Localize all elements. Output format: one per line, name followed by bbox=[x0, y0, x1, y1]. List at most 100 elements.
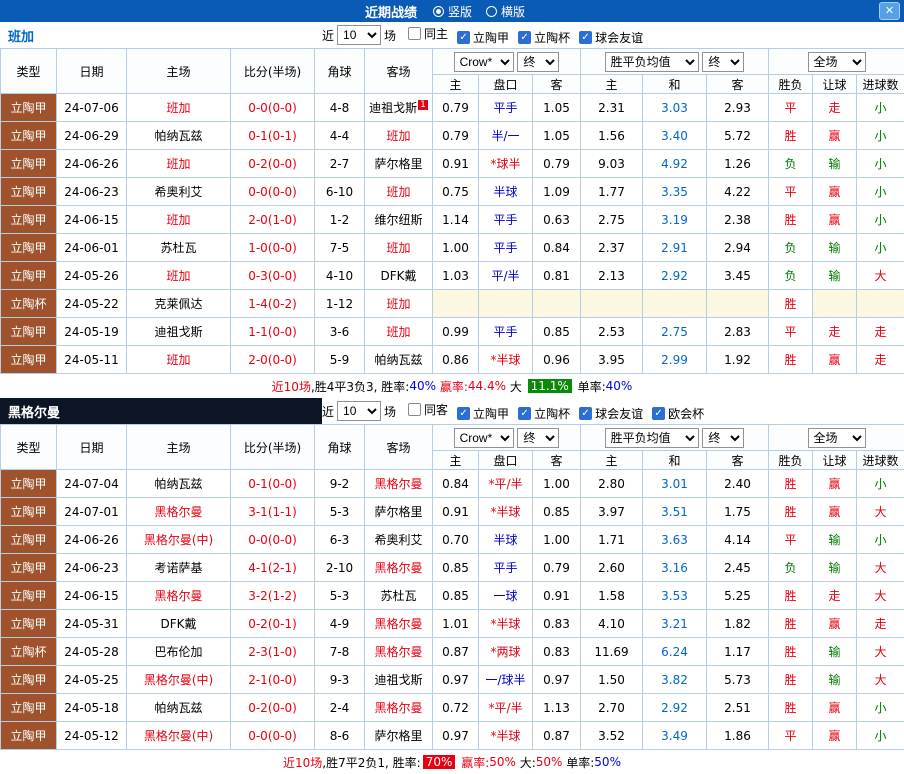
checkbox-label: 同客 bbox=[424, 401, 448, 418]
odds-final-select[interactable]: 终 bbox=[517, 52, 559, 72]
filter-checkbox[interactable]: ✓球会友谊 bbox=[579, 405, 643, 422]
subheader-goals-result: 进球数 bbox=[857, 451, 904, 470]
avg-select[interactable]: 胜平负均值 bbox=[605, 52, 699, 72]
avg-home-cell: 2.37 bbox=[581, 234, 643, 262]
checkbox-unchecked-icon bbox=[408, 27, 421, 40]
filter-checkbox[interactable]: ✓欧会杯 bbox=[652, 405, 704, 422]
subheader-odds-home: 主 bbox=[433, 451, 479, 470]
avg-away-cell: 2.40 bbox=[707, 470, 769, 498]
close-button[interactable]: ✕ bbox=[879, 2, 900, 20]
filter-bar: 近 10 场 同客✓立陶甲✓立陶杯✓球会友谊✓欧会杯 bbox=[322, 398, 904, 424]
corners-cell: 6-3 bbox=[315, 526, 365, 554]
handicap-result-cell: 赢 bbox=[813, 498, 857, 526]
filter-checkbox[interactable]: 同客 bbox=[408, 401, 448, 418]
match-row: 立陶甲24-07-04帕纳瓦兹0-1(0-0)9-2黑格尔曼0.84*平/半1.… bbox=[1, 470, 904, 498]
odds-away-cell bbox=[533, 290, 581, 318]
avg-final-select[interactable]: 终 bbox=[702, 428, 744, 448]
handicap-cell: 平/半 bbox=[479, 262, 533, 290]
layout-horizontal-option[interactable]: 横版 bbox=[486, 3, 525, 20]
rounds-select[interactable]: 10 bbox=[337, 401, 381, 421]
avg-away-cell: 1.82 bbox=[707, 610, 769, 638]
checkbox-checked-icon: ✓ bbox=[457, 407, 470, 420]
dialog-title: 近期战绩 bbox=[365, 2, 417, 21]
away-team-cell: 迪祖戈斯 bbox=[365, 666, 433, 694]
corners-cell: 4-9 bbox=[315, 610, 365, 638]
subheader-result: 胜负 bbox=[769, 451, 813, 470]
handicap-result-cell: 输 bbox=[813, 150, 857, 178]
odds-home-cell: 0.75 bbox=[433, 178, 479, 206]
corners-cell: 3-6 bbox=[315, 318, 365, 346]
avg-draw-cell: 4.92 bbox=[643, 150, 707, 178]
date-cell: 24-05-12 bbox=[57, 722, 127, 750]
avg-away-cell: 5.73 bbox=[707, 666, 769, 694]
avg-home-cell: 3.97 bbox=[581, 498, 643, 526]
filter-checkbox[interactable]: ✓立陶杯 bbox=[518, 405, 570, 422]
summary-segment: 近10场 bbox=[272, 378, 311, 395]
home-team-cell: DFK戴 bbox=[127, 610, 231, 638]
checkbox-label: 立陶甲 bbox=[473, 29, 509, 46]
scope-select[interactable]: 全场 bbox=[808, 428, 866, 448]
subheader-avg-home: 主 bbox=[581, 451, 643, 470]
league-type-cell: 立陶甲 bbox=[1, 262, 57, 290]
handicap-cell: *半球 bbox=[479, 610, 533, 638]
league-type-cell: 立陶甲 bbox=[1, 178, 57, 206]
goals-result-cell: 小 bbox=[857, 470, 904, 498]
odds-away-cell: 0.81 bbox=[533, 262, 581, 290]
filter-checkbox[interactable]: ✓立陶杯 bbox=[518, 29, 570, 46]
odds-company-select[interactable]: Crow* bbox=[454, 428, 514, 448]
avg-home-cell: 4.10 bbox=[581, 610, 643, 638]
games-label: 场 bbox=[384, 403, 396, 420]
avg-away-cell: 2.38 bbox=[707, 206, 769, 234]
corners-cell: 8-6 bbox=[315, 722, 365, 750]
result-cell: 胜 bbox=[769, 498, 813, 526]
date-cell: 24-05-25 bbox=[57, 666, 127, 694]
result-cell: 胜 bbox=[769, 290, 813, 318]
score-cell: 0-3(0-0) bbox=[231, 262, 315, 290]
summary-segment: 40% bbox=[409, 379, 436, 393]
odds-away-cell: 0.83 bbox=[533, 610, 581, 638]
handicap-cell: *半球 bbox=[479, 498, 533, 526]
avg-home-cell: 2.31 bbox=[581, 94, 643, 122]
subheader-handicap: 盘口 bbox=[479, 451, 533, 470]
filter-bar: 近 10 场 同主✓立陶甲✓立陶杯✓球会友谊 bbox=[322, 22, 904, 48]
odds-company-select[interactable]: Crow* bbox=[454, 52, 514, 72]
checkbox-unchecked-icon bbox=[408, 403, 421, 416]
filter-checkbox[interactable]: 同主 bbox=[408, 25, 448, 42]
date-cell: 24-05-22 bbox=[57, 290, 127, 318]
goals-result-cell: 小 bbox=[857, 526, 904, 554]
avg-home-cell: 2.80 bbox=[581, 470, 643, 498]
avg-select[interactable]: 胜平负均值 bbox=[605, 428, 699, 448]
summary-segment: 50% bbox=[489, 755, 516, 769]
summary-line: 近10场,胜4平3负3, 胜率:40% 赢率:44.4% 大 11.1% 单率:… bbox=[0, 374, 904, 398]
away-team-cell: 黑格尔曼 bbox=[365, 470, 433, 498]
filter-checkbox[interactable]: ✓立陶甲 bbox=[457, 405, 509, 422]
avg-final-select[interactable]: 终 bbox=[702, 52, 744, 72]
rounds-select[interactable]: 10 bbox=[337, 25, 381, 45]
avg-draw-cell: 2.91 bbox=[643, 234, 707, 262]
result-cell: 胜 bbox=[769, 582, 813, 610]
odds-home-cell: 0.70 bbox=[433, 526, 479, 554]
handicap-cell: 半球 bbox=[479, 526, 533, 554]
away-team-cell: 黑格尔曼 bbox=[365, 694, 433, 722]
checkbox-label: 立陶杯 bbox=[534, 29, 570, 46]
subheader-handicap-result: 让球 bbox=[813, 451, 857, 470]
odds-home-cell: 0.84 bbox=[433, 470, 479, 498]
corners-cell: 4-8 bbox=[315, 94, 365, 122]
avg-draw-cell: 3.82 bbox=[643, 666, 707, 694]
league-type-cell: 立陶甲 bbox=[1, 582, 57, 610]
handicap-cell: *两球 bbox=[479, 638, 533, 666]
odds-home-cell: 1.03 bbox=[433, 262, 479, 290]
odds-away-cell: 0.97 bbox=[533, 666, 581, 694]
corners-cell: 1-12 bbox=[315, 290, 365, 318]
odds-final-select[interactable]: 终 bbox=[517, 428, 559, 448]
avg-draw-cell: 2.99 bbox=[643, 346, 707, 374]
odds-away-cell: 1.05 bbox=[533, 122, 581, 150]
subheader-avg-draw: 和 bbox=[643, 75, 707, 94]
filter-checkbox[interactable]: ✓立陶甲 bbox=[457, 29, 509, 46]
filter-checkbox[interactable]: ✓球会友谊 bbox=[579, 29, 643, 46]
layout-vertical-option[interactable]: 竖版 bbox=[433, 3, 472, 20]
scope-select[interactable]: 全场 bbox=[808, 52, 866, 72]
home-team-cell: 帕纳瓦兹 bbox=[127, 694, 231, 722]
home-team-cell: 黑格尔曼(中) bbox=[127, 666, 231, 694]
checkbox-checked-icon: ✓ bbox=[518, 31, 531, 44]
